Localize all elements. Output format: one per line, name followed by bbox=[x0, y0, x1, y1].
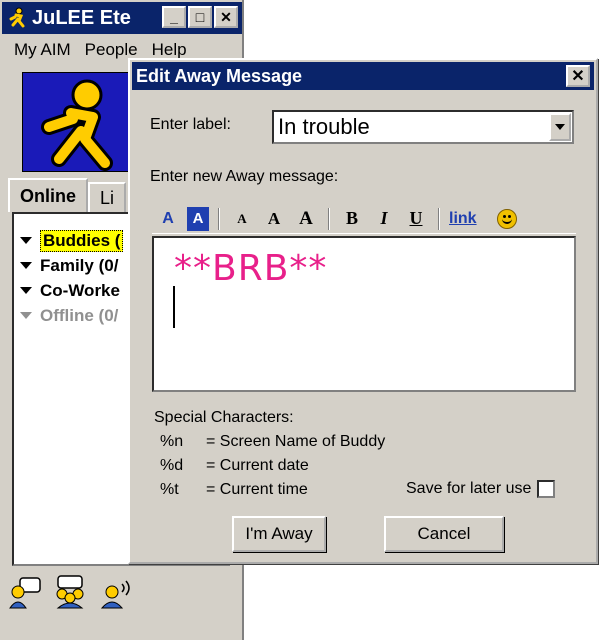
buddy-window-titlebar[interactable]: JuLEE Ete _ □ ✕ bbox=[2, 2, 242, 34]
dropdown-button[interactable] bbox=[549, 113, 571, 141]
special-code: %t bbox=[160, 481, 179, 498]
chevron-down-icon bbox=[555, 124, 565, 130]
buddy-action-bar bbox=[6, 574, 134, 610]
menu-people[interactable]: People bbox=[71, 40, 138, 60]
special-desc: = Current date bbox=[206, 457, 309, 474]
decrease-font-button[interactable]: A bbox=[229, 207, 255, 231]
special-row: %t = Current time bbox=[154, 478, 385, 502]
chat-icon[interactable] bbox=[52, 574, 88, 610]
formatting-toolbar: A A A A A B I U link bbox=[152, 204, 576, 234]
edit-away-message-dialog: Edit Away Message ✕ Enter label: In trou… bbox=[128, 58, 598, 564]
dialog-title: Edit Away Message bbox=[136, 65, 303, 86]
tab-list-setup[interactable]: Li bbox=[88, 182, 127, 212]
text-caret bbox=[173, 286, 175, 328]
close-button[interactable]: ✕ bbox=[214, 6, 238, 28]
group-label: Family (0/ bbox=[40, 255, 119, 275]
save-for-later-checkbox[interactable] bbox=[537, 480, 556, 498]
save-for-later-row: Save for later use bbox=[406, 480, 556, 498]
im-away-button[interactable]: I'm Away bbox=[232, 516, 326, 552]
close-icon: ✕ bbox=[571, 68, 585, 85]
italic-button[interactable]: I bbox=[371, 207, 397, 231]
special-characters-help: Special Characters: %n = Screen Name of … bbox=[154, 406, 385, 502]
group-label: Offline (0/ bbox=[40, 305, 119, 325]
smiley-icon bbox=[496, 208, 517, 229]
dialog-close-button[interactable]: ✕ bbox=[566, 65, 590, 87]
expand-arrow-icon bbox=[20, 312, 32, 319]
label-select-value: In trouble bbox=[278, 114, 370, 139]
group-label: Co-Worke bbox=[40, 280, 120, 300]
toolbar-separator bbox=[328, 207, 330, 230]
special-desc: = Screen Name of Buddy bbox=[206, 433, 386, 450]
send-im-icon[interactable] bbox=[6, 574, 42, 610]
background-color-button[interactable]: A bbox=[187, 206, 209, 231]
font-color-button[interactable]: A bbox=[155, 207, 181, 231]
talk-icon[interactable] bbox=[98, 574, 134, 610]
special-code: %n bbox=[160, 433, 184, 450]
aim-banner-logo bbox=[22, 72, 134, 172]
label-select[interactable]: In trouble bbox=[272, 110, 574, 144]
menu-my-aim[interactable]: My AIM bbox=[0, 40, 71, 60]
maximize-button[interactable]: □ bbox=[188, 6, 212, 28]
toolbar-separator bbox=[218, 207, 220, 230]
expand-arrow-icon bbox=[20, 237, 32, 244]
expand-arrow-icon bbox=[20, 262, 32, 269]
special-characters-title: Special Characters: bbox=[154, 409, 294, 426]
buddy-tabs: Online Li bbox=[8, 178, 127, 212]
cancel-button[interactable]: Cancel bbox=[384, 516, 504, 552]
bold-button[interactable]: B bbox=[339, 207, 365, 231]
away-message-text: **BRB** bbox=[174, 248, 328, 289]
special-row: %d = Current date bbox=[154, 454, 385, 478]
special-desc: = Current time bbox=[206, 481, 308, 498]
save-for-later-label: Save for later use bbox=[406, 480, 532, 497]
expand-arrow-icon bbox=[20, 287, 32, 294]
special-code: %d bbox=[160, 457, 184, 474]
dialog-titlebar[interactable]: Edit Away Message ✕ bbox=[132, 62, 594, 90]
minimize-button[interactable]: _ bbox=[162, 6, 186, 28]
aim-runner-icon bbox=[9, 7, 25, 28]
insert-link-button[interactable]: link bbox=[449, 207, 477, 231]
special-row: %n = Screen Name of Buddy bbox=[154, 430, 385, 454]
increase-font-button[interactable]: A bbox=[293, 207, 319, 231]
normal-font-button[interactable]: A bbox=[261, 207, 287, 231]
buddy-window-title: JuLEE Ete bbox=[32, 6, 131, 29]
enter-label-prompt: Enter label: bbox=[150, 116, 231, 133]
tab-online[interactable]: Online bbox=[8, 178, 89, 212]
message-prompt: Enter new Away message: bbox=[150, 168, 339, 185]
underline-button[interactable]: U bbox=[403, 207, 429, 231]
menu-help[interactable]: Help bbox=[138, 40, 187, 60]
smiley-button[interactable] bbox=[494, 207, 520, 231]
away-message-editor[interactable]: **BRB** bbox=[152, 236, 576, 392]
toolbar-separator bbox=[438, 207, 440, 230]
aim-running-man-icon bbox=[41, 79, 113, 171]
group-label: Buddies ( bbox=[40, 229, 124, 252]
